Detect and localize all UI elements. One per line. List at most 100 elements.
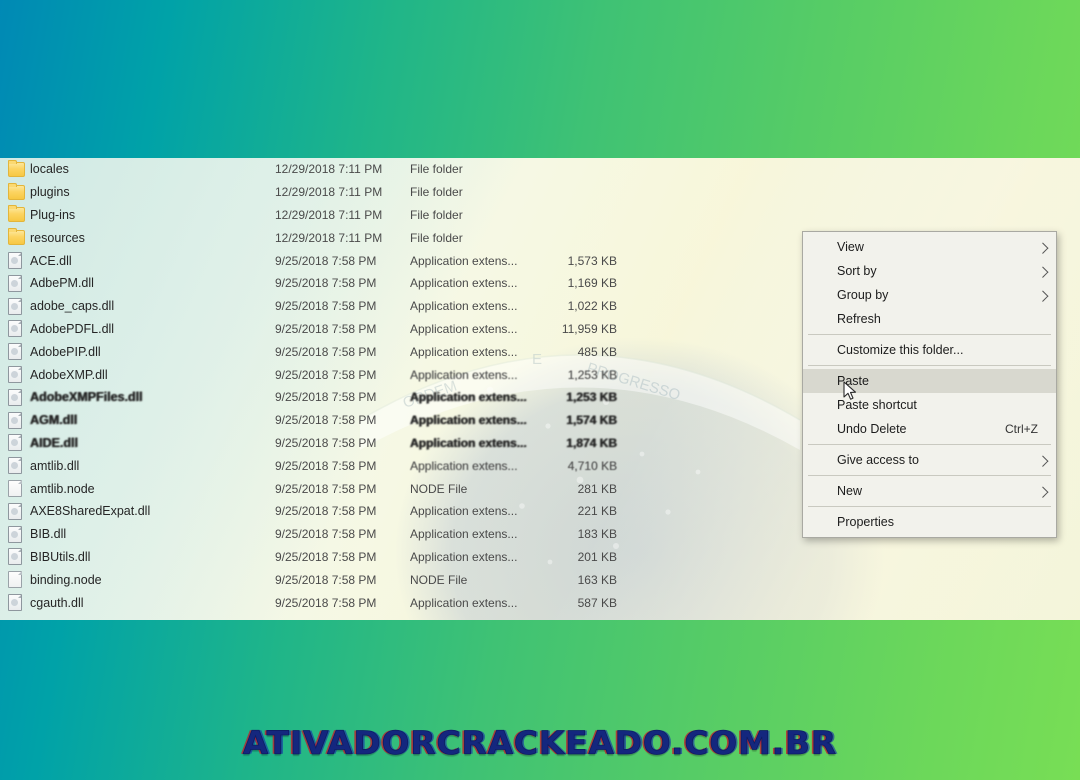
file-name: locales	[30, 162, 69, 177]
file-type: Application extens...	[410, 595, 518, 610]
dll-icon	[8, 297, 22, 315]
menu-item-label: New	[837, 484, 863, 498]
menu-item-label: Refresh	[837, 312, 881, 326]
file-icon	[8, 571, 22, 589]
menu-item-paste[interactable]: Paste	[803, 369, 1056, 393]
context-menu[interactable]: View Sort by Group by Refresh Customize this…	[802, 231, 1057, 538]
dll-icon	[8, 434, 22, 452]
dll-icon	[8, 343, 22, 361]
file-size: 163 KB	[577, 572, 617, 587]
menu-item-label: Give access to	[837, 453, 919, 467]
file-type: Application extens...	[410, 299, 518, 314]
file-date-modified: 9/25/2018 7:58 PM	[275, 299, 377, 314]
file-row-icon-cell	[8, 182, 30, 200]
file-row-icon-cell	[8, 594, 30, 612]
file-size: 1,022 KB	[567, 299, 617, 314]
file-name: AdobeXMPFiles.dll	[30, 390, 143, 405]
file-row-icon-cell	[8, 571, 30, 589]
dll-icon	[8, 525, 22, 543]
menu-item-customize-this-folder[interactable]: Customize this folder...	[803, 338, 1056, 362]
file-name: ACE.dll	[30, 253, 72, 268]
menu-item-undo-delete[interactable]: Undo Delete Ctrl+Z	[803, 417, 1056, 441]
file-date-modified: 9/25/2018 7:58 PM	[275, 481, 377, 496]
file-date-modified: 12/29/2018 7:11 PM	[275, 207, 383, 222]
file-date-modified: 9/25/2018 7:58 PM	[275, 413, 377, 428]
file-type: Application extens...	[410, 390, 527, 405]
menu-item-group-by[interactable]: Group by	[803, 283, 1056, 307]
menu-item-label: Group by	[837, 288, 889, 302]
file-size: 1,253 KB	[567, 367, 617, 382]
file-name: adobe_caps.dll	[30, 299, 115, 314]
file-row-icon-cell	[8, 502, 30, 520]
file-size: 221 KB	[577, 504, 617, 519]
file-name: cgauth.dll	[30, 595, 84, 610]
file-row-icon-cell	[8, 457, 30, 475]
menu-item-paste-shortcut[interactable]: Paste shortcut	[803, 393, 1056, 417]
menu-separator	[808, 334, 1051, 335]
site-watermark: ATIVADORCRACKEADO.COM.BR	[242, 724, 838, 763]
file-date-modified: 9/25/2018 7:58 PM	[275, 549, 377, 564]
file-date-modified: 9/25/2018 7:58 PM	[275, 595, 377, 610]
menu-item-label: Sort by	[837, 264, 877, 278]
file-size: 201 KB	[577, 549, 617, 564]
file-row-icon-cell	[8, 159, 30, 177]
file-date-modified: 9/25/2018 7:58 PM	[275, 504, 377, 519]
file-size: 1,874 KB	[566, 435, 617, 450]
file-type: Application extens...	[410, 367, 518, 382]
file-date-modified: 9/25/2018 7:58 PM	[275, 390, 377, 405]
file-name: AdobePIP.dll	[30, 344, 101, 359]
file-row-icon-cell	[8, 297, 30, 315]
file-type: Application extens...	[410, 504, 518, 519]
menu-item-give-access-to[interactable]: Give access to	[803, 448, 1056, 472]
menu-item-view[interactable]: View	[803, 235, 1056, 259]
menu-item-label: View	[837, 240, 864, 254]
file-type: Application extens...	[410, 321, 518, 336]
file-size: 1,574 KB	[566, 413, 617, 428]
screen-root: ORDEM E PROGRESSO locales 12/29/2018 7:11…	[0, 0, 1080, 780]
file-row[interactable]: binding.node 9/25/2018 7:58 PM NODE File 16…	[0, 568, 1080, 591]
menu-item-refresh[interactable]: Refresh	[803, 307, 1056, 331]
file-date-modified: 9/25/2018 7:58 PM	[275, 435, 377, 450]
file-type: Application extens...	[410, 527, 518, 542]
file-type: File folder	[410, 162, 463, 177]
file-row-icon-cell	[8, 205, 30, 223]
folder-icon	[8, 205, 25, 223]
file-date-modified: 9/25/2018 7:58 PM	[275, 458, 377, 473]
file-size: 587 KB	[577, 595, 617, 610]
file-row[interactable]: Plug-ins 12/29/2018 7:11 PM File folder	[0, 204, 1080, 227]
file-name: BIBUtils.dll	[30, 549, 91, 564]
file-name: Plug-ins	[30, 207, 76, 222]
file-date-modified: 12/29/2018 7:11 PM	[275, 185, 383, 200]
menu-item-sort-by[interactable]: Sort by	[803, 259, 1056, 283]
file-size: 281 KB	[577, 481, 617, 496]
file-name: AdbePM.dll	[30, 276, 94, 291]
file-type: Application extens...	[410, 276, 518, 291]
file-row[interactable]: plugins 12/29/2018 7:11 PM File folder	[0, 181, 1080, 204]
file-type: Application extens...	[410, 344, 518, 359]
file-type: File folder	[410, 207, 463, 222]
file-name: AdobePDFL.dll	[30, 321, 115, 336]
dll-icon	[8, 594, 22, 612]
menu-separator	[808, 365, 1051, 366]
file-name: AXE8SharedExpat.dll	[30, 504, 151, 519]
dll-icon	[8, 320, 22, 338]
file-row-icon-cell	[8, 274, 30, 292]
file-row[interactable]: cgauth.dll 9/25/2018 7:58 PM Application e…	[0, 591, 1080, 614]
file-row-icon-cell	[8, 388, 30, 406]
file-row[interactable]: locales 12/29/2018 7:11 PM File folder	[0, 158, 1080, 181]
file-row[interactable]: BIBUtils.dll 9/25/2018 7:58 PM Application…	[0, 546, 1080, 569]
file-icon	[8, 480, 22, 498]
menu-item-label: Properties	[837, 515, 894, 529]
menu-item-new[interactable]: New	[803, 479, 1056, 503]
file-size: 485 KB	[577, 344, 617, 359]
file-name: BIB.dll	[30, 527, 67, 542]
file-row-icon-cell	[8, 548, 30, 566]
menu-item-properties[interactable]: Properties	[803, 510, 1056, 534]
menu-item-label: Undo Delete	[837, 422, 907, 436]
file-type: Application extens...	[410, 435, 527, 450]
file-date-modified: 9/25/2018 7:58 PM	[275, 572, 377, 587]
menu-item-shortcut: Ctrl+Z	[1005, 422, 1038, 436]
dll-icon	[8, 411, 22, 429]
file-row-icon-cell	[8, 480, 30, 498]
file-name: AIDE.dll	[30, 435, 78, 450]
